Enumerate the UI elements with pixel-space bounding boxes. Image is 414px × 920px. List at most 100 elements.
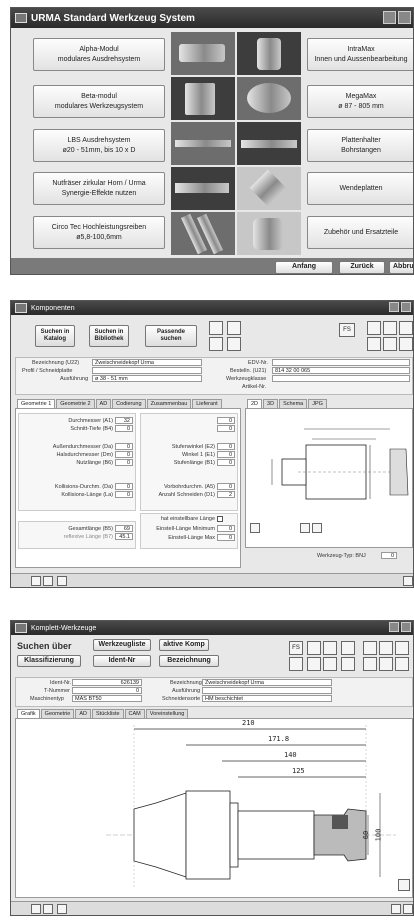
nutfraeser-button[interactable]: Nutfräser zirkular Horn / Urma Synergie-E… bbox=[33, 172, 165, 205]
ausfuehrung-field[interactable]: ø 38 - 51 mm bbox=[92, 375, 202, 382]
intramax-button[interactable]: IntraMax Innen und Aussenbearbeitung bbox=[307, 38, 413, 71]
tab-jpg[interactable]: JPG bbox=[308, 399, 327, 408]
save-icon[interactable] bbox=[363, 641, 377, 655]
param-value[interactable]: 0 bbox=[115, 425, 133, 432]
refresh-icon[interactable] bbox=[403, 576, 413, 586]
list-icon[interactable] bbox=[391, 904, 401, 914]
wendeplatten-button[interactable]: Wendeplatten bbox=[307, 172, 413, 205]
swap-icon[interactable] bbox=[323, 641, 337, 655]
minimize-icon[interactable] bbox=[389, 302, 399, 312]
search-library-button[interactable]: Suchen in Bibliothek bbox=[89, 325, 129, 347]
nutfraeser-image[interactable] bbox=[171, 167, 235, 210]
print-icon[interactable] bbox=[399, 321, 413, 335]
tab-voreinstellung[interactable]: Voreinstellung bbox=[145, 709, 189, 718]
aktive-komp-button[interactable]: aktive Komp bbox=[159, 639, 209, 651]
klassifizierung-button[interactable]: Klassifizierung bbox=[17, 655, 81, 667]
first-icon[interactable] bbox=[57, 904, 67, 914]
first-icon[interactable] bbox=[57, 576, 67, 586]
param-value[interactable]: 0 bbox=[217, 417, 235, 424]
print-icon[interactable] bbox=[395, 641, 409, 655]
prev-icon[interactable] bbox=[31, 904, 41, 914]
image2-icon[interactable] bbox=[209, 337, 223, 351]
param-value[interactable]: 0 bbox=[115, 459, 133, 466]
tree-icon[interactable] bbox=[227, 337, 241, 351]
wendeplatten-image[interactable] bbox=[237, 167, 301, 210]
param-value[interactable]: 0 bbox=[217, 425, 235, 432]
copy-icon[interactable] bbox=[379, 657, 393, 671]
param-value[interactable]: 0 bbox=[115, 483, 133, 490]
megamax-image[interactable] bbox=[237, 77, 301, 120]
new-document-icon[interactable] bbox=[363, 657, 377, 671]
delete-icon[interactable] bbox=[383, 321, 397, 335]
undo-icon[interactable] bbox=[399, 337, 413, 351]
tab-cam[interactable]: CAM bbox=[124, 709, 145, 718]
delete-icon[interactable] bbox=[379, 641, 393, 655]
tab-ad[interactable]: AD bbox=[95, 399, 112, 408]
tab-ad[interactable]: AD bbox=[75, 709, 91, 718]
next-icon[interactable] bbox=[43, 904, 53, 914]
bez-field[interactable]: Zweischneidekopf Urma bbox=[202, 679, 332, 686]
werkzeugklasse-field[interactable] bbox=[272, 375, 410, 382]
beta-modul-image[interactable] bbox=[171, 77, 235, 120]
export-icon[interactable] bbox=[289, 657, 303, 671]
bestell-field[interactable]: 814 32 00 065 bbox=[272, 367, 410, 374]
zubehoer-image[interactable] bbox=[237, 212, 301, 255]
search-catalog-button[interactable]: Suchen in Katalog bbox=[35, 325, 75, 347]
plattenhalter-button[interactable]: Plattenhalter Bohrstangen bbox=[307, 129, 413, 162]
param-value[interactable]: 0 bbox=[115, 491, 133, 498]
circo-tec-button[interactable]: Circo Tec Hochleistungsreiben ø5,8-100,6m… bbox=[33, 216, 165, 249]
param-value[interactable]: 0 bbox=[217, 525, 235, 532]
param-value[interactable]: 2 bbox=[217, 491, 235, 498]
back-button[interactable]: Zurück bbox=[339, 261, 385, 274]
bezeichnung-field[interactable]: Zweischneidekopf Urma bbox=[92, 359, 202, 366]
param-value[interactable]: 69 bbox=[115, 525, 133, 532]
save-icon[interactable] bbox=[367, 321, 381, 335]
profil-field[interactable] bbox=[92, 367, 202, 374]
param-value[interactable]: 32 bbox=[115, 417, 133, 424]
ausf-field[interactable] bbox=[202, 687, 332, 694]
lbs-image[interactable] bbox=[171, 122, 235, 165]
undo-icon[interactable] bbox=[395, 657, 409, 671]
image-icon[interactable] bbox=[209, 321, 223, 335]
refresh-icon[interactable] bbox=[403, 904, 413, 914]
megamax-button[interactable]: MegaMax ø 87 - 805 mm bbox=[307, 85, 413, 118]
copy-icon[interactable] bbox=[383, 337, 397, 351]
matching-search-button[interactable]: Passende suchen bbox=[145, 325, 197, 347]
compare-icon[interactable] bbox=[307, 641, 321, 655]
intramax-image[interactable] bbox=[237, 32, 301, 75]
plattenhalter-image[interactable] bbox=[237, 122, 301, 165]
tab-geometrie-2[interactable]: Geometrie 2 bbox=[56, 399, 95, 408]
param-value[interactable]: 0 bbox=[217, 459, 235, 466]
close-icon[interactable] bbox=[401, 622, 411, 632]
fs-button[interactable]: FS bbox=[289, 641, 303, 655]
new-document-icon[interactable] bbox=[367, 337, 381, 351]
beta-modul-button[interactable]: Beta-modul modulares Werkzeugsystem bbox=[33, 85, 165, 118]
up-icon[interactable] bbox=[341, 657, 355, 671]
chart-icon[interactable] bbox=[341, 641, 355, 655]
edv-field[interactable] bbox=[272, 359, 410, 366]
fs-button[interactable]: FS bbox=[339, 323, 355, 337]
param-value[interactable]: 0 bbox=[115, 443, 133, 450]
param-value[interactable]: 45.1 bbox=[115, 533, 133, 540]
alpha-modul-image[interactable] bbox=[171, 32, 235, 75]
tab-lieferant[interactable]: Lieferant bbox=[192, 399, 222, 408]
werkzeug-typ-field[interactable]: 0 bbox=[381, 552, 397, 559]
tab-stueckliste[interactable]: Stückliste bbox=[92, 709, 124, 718]
home-button[interactable]: Anfang bbox=[275, 261, 333, 274]
ident-nr-button[interactable]: Ident-Nr bbox=[93, 655, 151, 667]
werkzeugliste-button[interactable]: Werkzeugliste bbox=[93, 639, 151, 651]
tab-3d[interactable]: 3D bbox=[263, 399, 279, 408]
merge-icon[interactable] bbox=[323, 657, 337, 671]
rotate-icon[interactable] bbox=[250, 523, 260, 533]
prev-icon[interactable] bbox=[31, 576, 41, 586]
close-icon[interactable] bbox=[401, 302, 411, 312]
minimize-icon[interactable] bbox=[389, 622, 399, 632]
adjustable-length-checkbox[interactable] bbox=[217, 516, 223, 522]
tnummer-field[interactable]: 0 bbox=[72, 687, 142, 694]
param-value[interactable]: 0 bbox=[217, 451, 235, 458]
tab-schema[interactable]: Schema bbox=[279, 399, 308, 408]
print-view-icon[interactable] bbox=[312, 523, 322, 533]
param-value[interactable]: 0 bbox=[217, 534, 235, 541]
tab-2d[interactable]: 2D bbox=[247, 399, 263, 408]
tab-grafik[interactable]: Grafik bbox=[17, 709, 40, 718]
